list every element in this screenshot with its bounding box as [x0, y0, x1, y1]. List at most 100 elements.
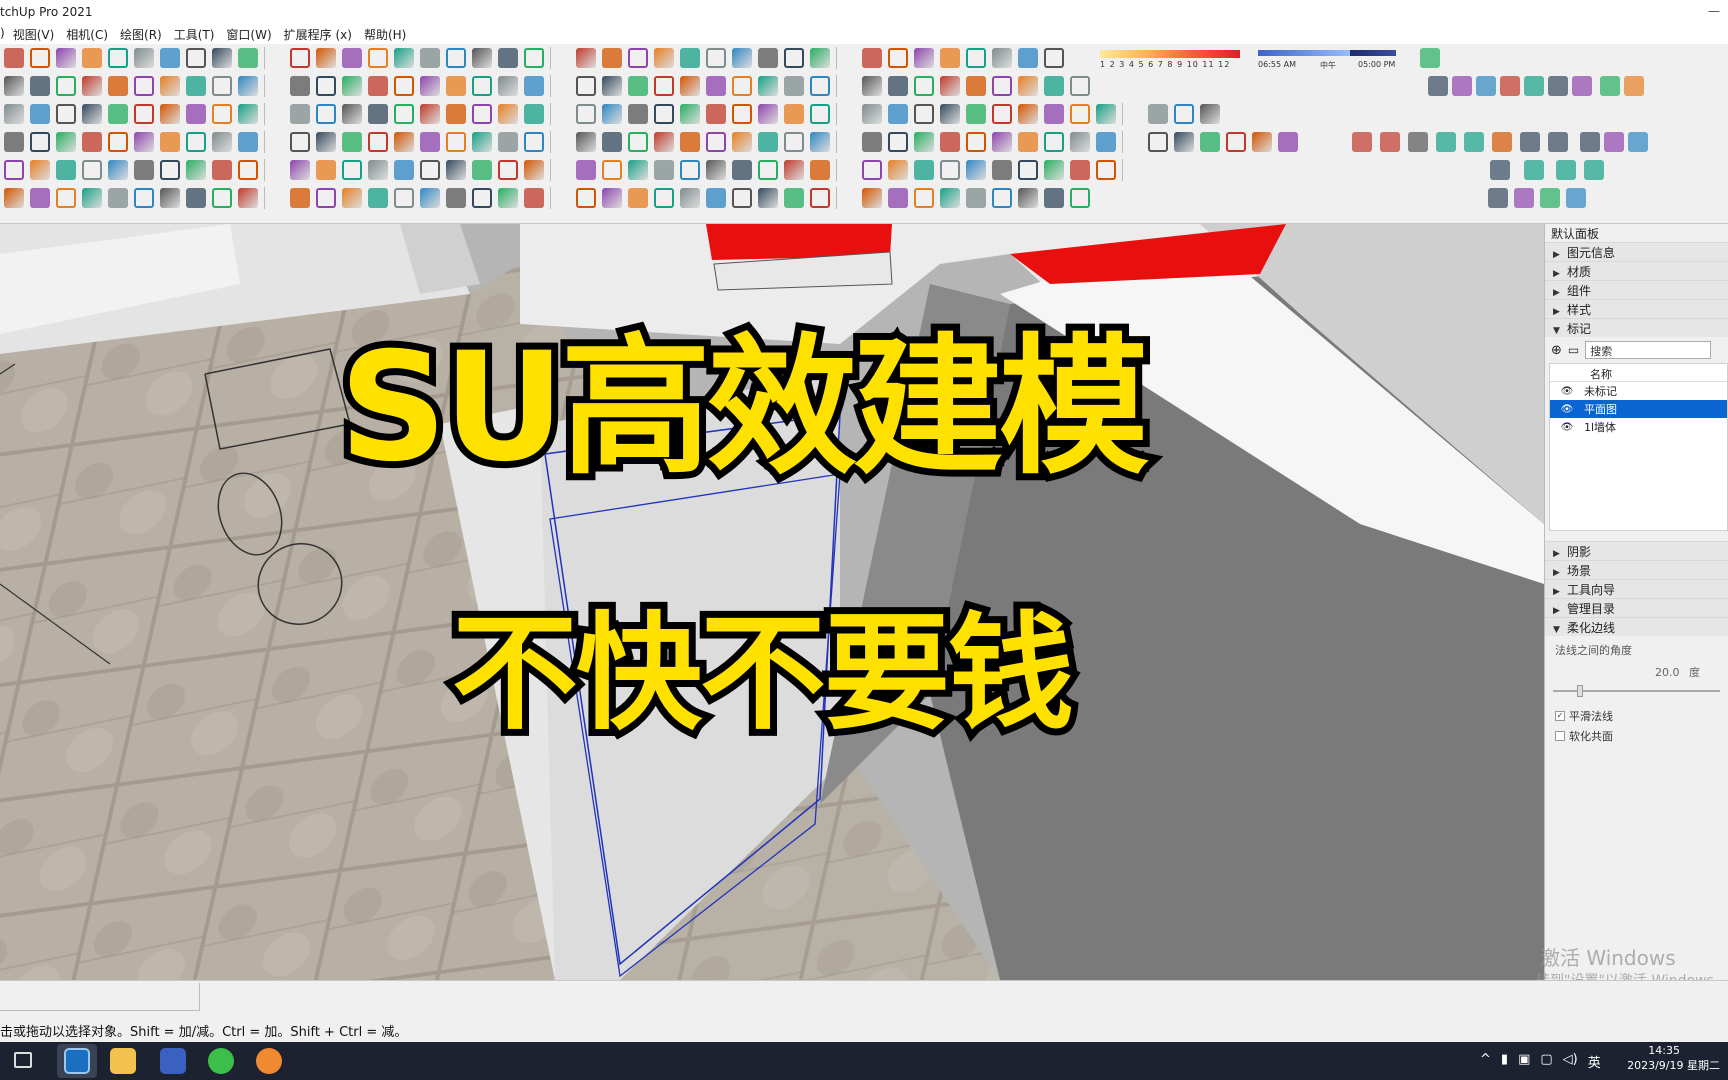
tool-icon[interactable]	[30, 48, 50, 68]
tool-icon[interactable]	[680, 76, 700, 96]
tag-row-selected[interactable]: 👁 平面图	[1550, 400, 1727, 418]
tool-icon[interactable]	[212, 132, 232, 152]
tool-icon[interactable]	[108, 48, 128, 68]
tool-icon[interactable]	[680, 104, 700, 124]
tool-icon[interactable]	[1044, 104, 1064, 124]
tool-icon[interactable]	[654, 132, 674, 152]
tool-icon[interactable]	[524, 104, 544, 124]
tool-icon[interactable]	[498, 104, 518, 124]
tool-icon[interactable]	[56, 104, 76, 124]
tool-icon[interactable]	[1548, 132, 1568, 152]
tool-icon[interactable]	[1540, 188, 1560, 208]
tool-icon[interactable]	[82, 76, 102, 96]
menu-camera[interactable]: 相机(C)	[66, 24, 120, 44]
angle-slider[interactable]	[1553, 685, 1720, 697]
tool-icon[interactable]	[420, 188, 440, 208]
tool-icon[interactable]	[758, 76, 778, 96]
tool-icon[interactable]	[940, 188, 960, 208]
tool-icon[interactable]	[498, 160, 518, 180]
tool-icon[interactable]	[4, 160, 24, 180]
tool-icon[interactable]	[1548, 76, 1568, 96]
tool-icon[interactable]	[186, 160, 206, 180]
tool-icon[interactable]	[784, 188, 804, 208]
tool-icon[interactable]	[1408, 132, 1428, 152]
tag-search-input[interactable]: 搜索	[1585, 341, 1712, 359]
tool-icon[interactable]	[628, 132, 648, 152]
file-explorer-icon[interactable]	[110, 1048, 136, 1074]
menu-window[interactable]: 窗口(W)	[226, 24, 283, 44]
tool-icon[interactable]	[1514, 188, 1534, 208]
tool-icon[interactable]	[394, 104, 414, 124]
tool-icon[interactable]	[628, 160, 648, 180]
tool-icon[interactable]	[420, 132, 440, 152]
menu-extensions[interactable]: 扩展程序 (x)	[284, 24, 364, 44]
tool-icon[interactable]	[784, 48, 804, 68]
tool-icon[interactable]	[524, 48, 544, 68]
tool-icon[interactable]	[602, 104, 622, 124]
tool-icon[interactable]	[784, 132, 804, 152]
add-folder-icon[interactable]: ▭	[1568, 343, 1579, 357]
tool-icon[interactable]	[342, 104, 362, 124]
network-icon[interactable]: ▣	[1518, 1052, 1530, 1071]
tool-icon[interactable]	[212, 48, 232, 68]
tool-icon[interactable]	[342, 160, 362, 180]
tool-icon[interactable]	[30, 188, 50, 208]
tool-icon[interactable]	[1580, 132, 1600, 152]
tool-icon[interactable]	[1200, 104, 1220, 124]
tool-icon[interactable]	[472, 188, 492, 208]
angle-slider-thumb[interactable]	[1577, 685, 1583, 697]
tool-icon[interactable]	[368, 160, 388, 180]
tool-icon[interactable]	[446, 76, 466, 96]
minimize-button[interactable]: —	[1708, 4, 1720, 18]
tool-icon[interactable]	[446, 160, 466, 180]
tool-icon[interactable]	[446, 48, 466, 68]
tool-icon[interactable]	[1044, 160, 1064, 180]
tool-icon[interactable]	[1148, 132, 1168, 152]
tool-icon[interactable]	[680, 160, 700, 180]
tool-icon[interactable]	[1226, 132, 1246, 152]
microphone-icon[interactable]: ▮	[1501, 1052, 1508, 1071]
tool-icon[interactable]	[862, 48, 882, 68]
tool-icon[interactable]	[966, 160, 986, 180]
tool-icon[interactable]	[472, 48, 492, 68]
tool-icon[interactable]	[914, 48, 934, 68]
tool-icon[interactable]	[290, 104, 310, 124]
tool-icon[interactable]	[472, 104, 492, 124]
tool-icon[interactable]	[914, 132, 934, 152]
tool-icon[interactable]	[186, 76, 206, 96]
tool-icon[interactable]	[966, 104, 986, 124]
tool-icon[interactable]	[966, 188, 986, 208]
tool-icon[interactable]	[524, 188, 544, 208]
tool-icon[interactable]	[888, 132, 908, 152]
tool-icon[interactable]	[680, 188, 700, 208]
tool-icon[interactable]	[368, 132, 388, 152]
tool-icon[interactable]	[888, 76, 908, 96]
tool-icon[interactable]	[1520, 132, 1540, 152]
tool-icon[interactable]	[316, 48, 336, 68]
tool-icon[interactable]	[992, 188, 1012, 208]
tool-icon[interactable]	[1174, 132, 1194, 152]
tool-icon[interactable]	[1500, 76, 1520, 96]
tool-icon[interactable]	[238, 76, 258, 96]
tool-icon[interactable]	[160, 76, 180, 96]
tool-icon[interactable]	[238, 160, 258, 180]
tool-icon[interactable]	[108, 160, 128, 180]
tool-icon[interactable]	[602, 132, 622, 152]
tool-icon[interactable]	[316, 76, 336, 96]
tool-icon[interactable]	[602, 48, 622, 68]
tool-icon[interactable]	[212, 160, 232, 180]
tool-icon[interactable]	[680, 48, 700, 68]
tool-icon[interactable]	[1352, 132, 1372, 152]
tool-icon[interactable]	[1566, 188, 1586, 208]
tool-icon[interactable]	[940, 104, 960, 124]
tool-icon[interactable]	[1436, 132, 1456, 152]
tool-icon[interactable]	[576, 132, 596, 152]
tool-icon[interactable]	[472, 76, 492, 96]
tool-icon[interactable]	[472, 160, 492, 180]
tool-icon[interactable]	[1096, 104, 1116, 124]
tool-icon[interactable]	[290, 48, 310, 68]
soften-coplanar-checkbox[interactable]: 软化共面	[1545, 726, 1728, 746]
tool-icon[interactable]	[966, 48, 986, 68]
browser-icon[interactable]	[208, 1048, 234, 1074]
tool-icon[interactable]	[1018, 48, 1038, 68]
